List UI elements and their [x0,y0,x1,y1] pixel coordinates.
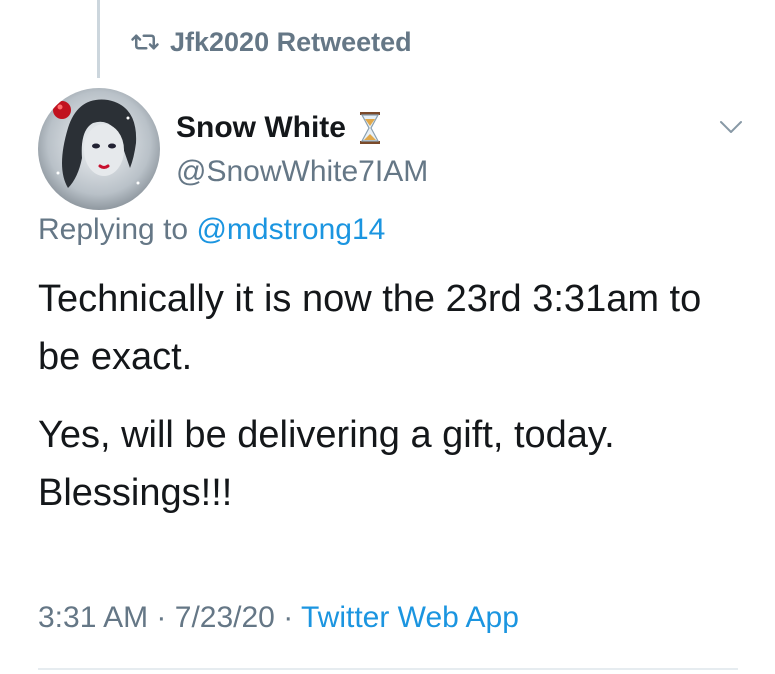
retweet-indicator[interactable]: Jfk2020 Retweeted [130,24,412,60]
tweet-time[interactable]: 3:31 AM [38,601,148,634]
chevron-down-icon[interactable] [717,116,745,138]
author-handle[interactable]: @SnowWhite7IAM [176,152,428,192]
tweet-source-link[interactable]: Twitter Web App [301,601,519,634]
divider [38,668,738,670]
thread-line [97,0,100,78]
tweet-paragraph: Yes, will be delivering a gift, today. B… [38,414,615,514]
avatar-image [38,88,160,210]
retweet-label: Jfk2020 Retweeted [170,26,412,57]
tweet-date[interactable]: 7/23/20 [175,601,275,634]
retweet-icon [131,34,159,50]
author-block[interactable]: Snow White @SnowWhite7IAM [176,108,428,192]
meta-separator: · [156,601,167,634]
display-name[interactable]: Snow White [176,108,346,148]
avatar[interactable] [38,88,160,210]
reply-mention-link[interactable]: @mdstrong14 [196,213,385,246]
meta-separator: · [283,601,294,634]
tweet-body: Technically it is now the 23rd 3:31am to… [38,270,738,542]
hourglass-icon [359,112,380,144]
replying-prefix: Replying to [38,213,189,246]
tweet-metadata: 3:31 AM · 7/23/20 · Twitter Web App [38,598,519,638]
replying-to: Replying to @mdstrong14 [38,210,385,250]
tweet-paragraph: Technically it is now the 23rd 3:31am to… [38,278,702,378]
